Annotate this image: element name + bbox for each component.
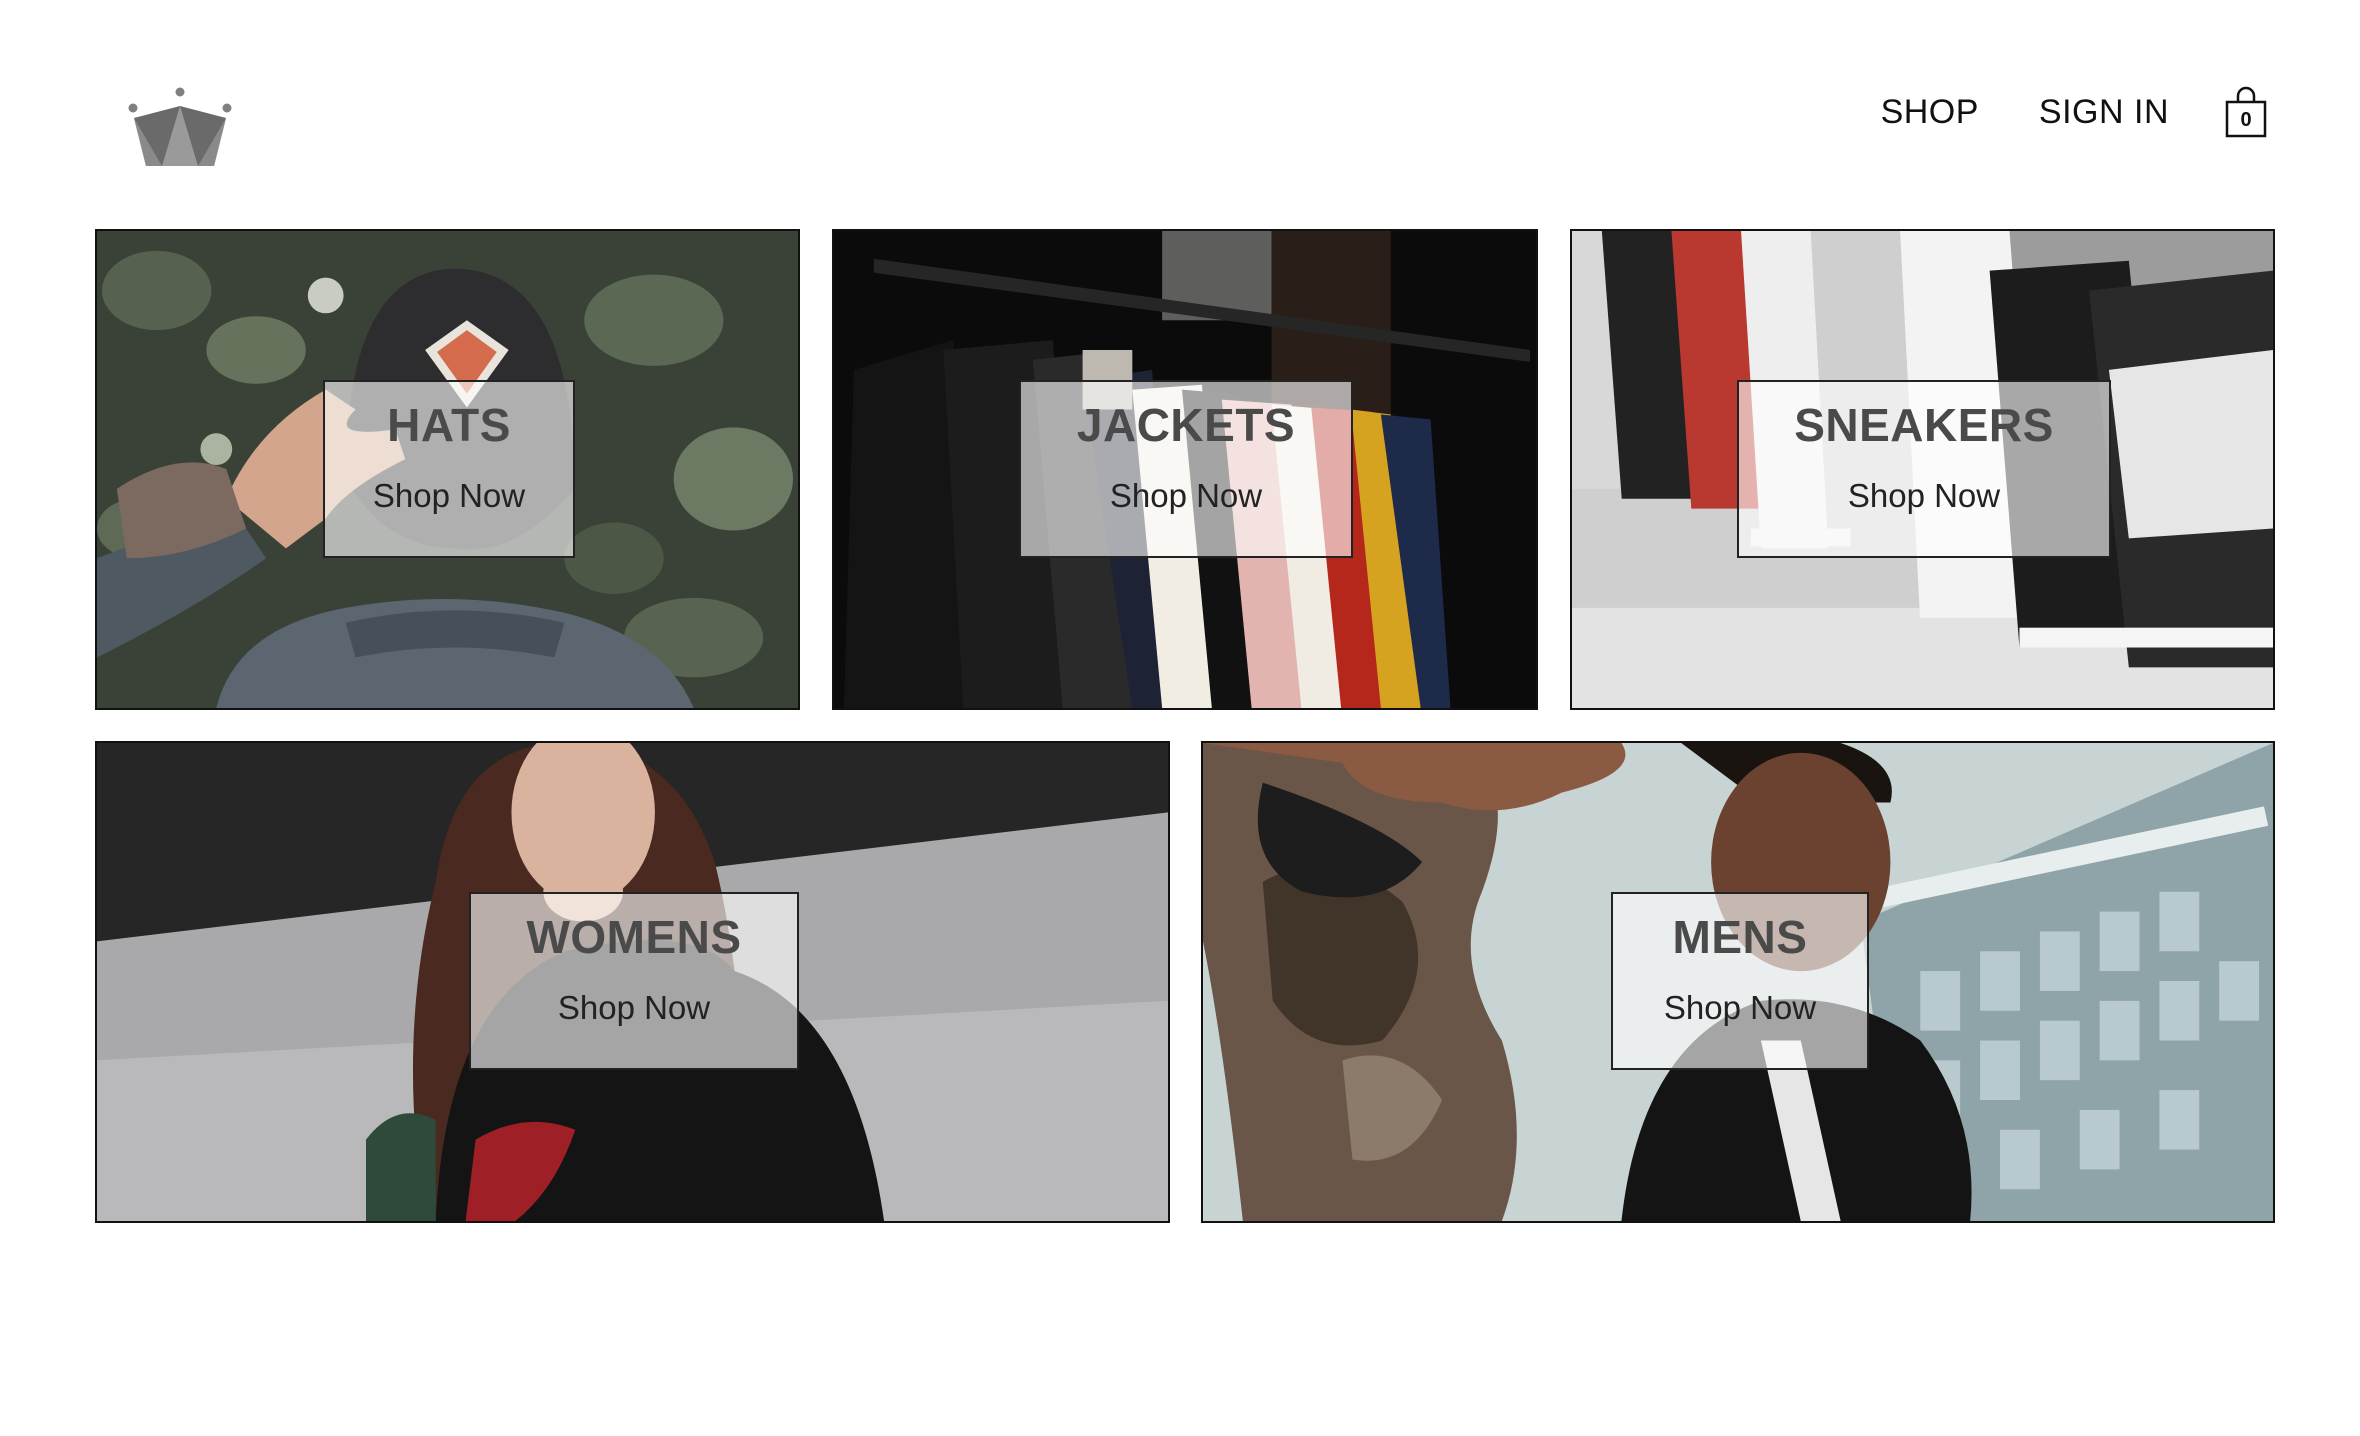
category-title: JACKETS [1076, 399, 1296, 451]
category-title: SNEAKERS [1794, 399, 2054, 451]
category-label-box[interactable]: MENS Shop Now [1611, 892, 1869, 1070]
category-label-box[interactable]: JACKETS Shop Now [1019, 380, 1353, 558]
category-label-box[interactable]: WOMENS Shop Now [469, 892, 799, 1070]
category-label-box[interactable]: HATS Shop Now [323, 380, 575, 558]
category-title: MENS [1672, 911, 1808, 963]
main-nav: SHOP SIGN IN 0 [1881, 86, 2268, 138]
category-title: HATS [387, 399, 511, 451]
category-tile-womens[interactable]: WOMENS Shop Now [95, 741, 1170, 1223]
shop-now-link[interactable]: Shop Now [471, 988, 797, 1028]
category-tile-hats[interactable]: HATS Shop Now [95, 229, 800, 710]
crown-logo-icon[interactable] [126, 84, 234, 170]
nav-sign-in-link[interactable]: SIGN IN [2039, 93, 2169, 132]
category-tile-sneakers[interactable]: SNEAKERS Shop Now [1570, 229, 2275, 710]
shop-now-link[interactable]: Shop Now [1739, 476, 2109, 516]
category-title: WOMENS [526, 911, 742, 963]
shop-now-link[interactable]: Shop Now [1613, 988, 1867, 1028]
nav-shop-link[interactable]: SHOP [1881, 93, 1979, 132]
shop-now-link[interactable]: Shop Now [325, 476, 573, 516]
cart-button[interactable]: 0 [2224, 86, 2268, 138]
shop-now-link[interactable]: Shop Now [1021, 476, 1351, 516]
category-tile-mens[interactable]: MENS Shop Now [1201, 741, 2275, 1223]
category-tile-jackets[interactable]: JACKETS Shop Now [832, 229, 1538, 710]
cart-count-badge: 0 [2240, 109, 2252, 131]
category-label-box[interactable]: SNEAKERS Shop Now [1737, 380, 2111, 558]
